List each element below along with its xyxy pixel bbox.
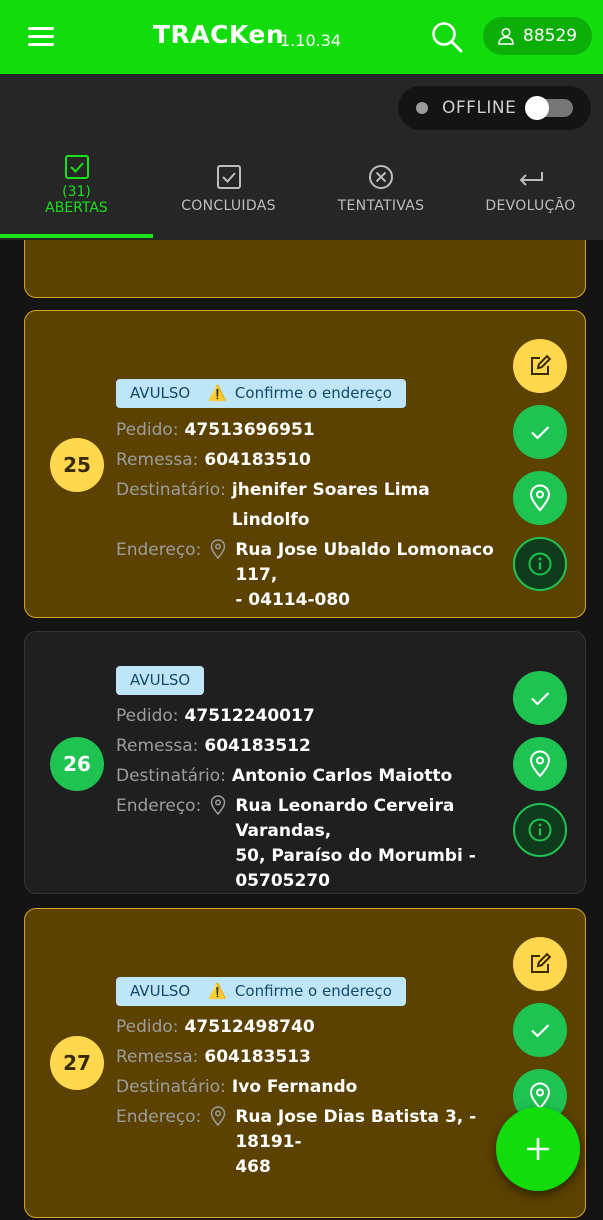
tab-abertas[interactable]: (31) ABERTAS (0, 150, 153, 238)
return-arrow-icon (519, 172, 543, 186)
checkbox-icon (216, 165, 241, 189)
x-circle-icon (369, 165, 393, 189)
info-icon (528, 818, 552, 842)
destinatario-value: jhenifer Soares Lima Lindolfo (231, 480, 430, 530)
stop-number: 25 (50, 438, 104, 492)
tab-label: TENTATIVAS (337, 198, 425, 214)
tag-label: AVULSO (130, 982, 191, 1000)
status-badge: AVULSO ⚠️ Confirme o endereço (116, 977, 406, 1006)
tab-devolucao[interactable]: DEVOLUÇÃO (458, 160, 603, 248)
toggle-knob (525, 96, 549, 120)
menu-icon[interactable] (26, 24, 58, 48)
map-button[interactable] (513, 471, 567, 525)
remessa-value: 604183513 (204, 1047, 311, 1067)
offline-toggle-container[interactable]: OFFLINE (398, 86, 591, 130)
pedido-label: Pedido: (116, 706, 179, 726)
location-pin-icon (211, 795, 226, 815)
tag-label: AVULSO (130, 671, 191, 689)
offline-toggle[interactable] (525, 96, 573, 120)
location-pin-icon (211, 1106, 226, 1126)
edit-icon (531, 354, 552, 375)
complete-button[interactable] (513, 405, 567, 459)
warning-label: Confirme o endereço (234, 384, 392, 402)
destinatario-value: Antonio Carlos Maiotto (231, 766, 453, 786)
status-badge: AVULSO (116, 666, 205, 695)
search-icon[interactable] (428, 18, 466, 56)
pedido-value: 47512498740 (184, 1017, 315, 1037)
check-icon (531, 1024, 550, 1038)
remessa-value: 604183512 (204, 736, 311, 756)
remessa-label: Remessa: (116, 736, 199, 756)
stop-number: 27 (50, 1036, 104, 1090)
address-line: Rua Jose Dias Batista 3, - 18191- (235, 1107, 477, 1152)
address-line: 50, Paraíso do Morumbi - (235, 846, 476, 866)
active-tab-indicator (0, 234, 153, 238)
offline-label: OFFLINE (442, 98, 517, 118)
user-id: 88529 (523, 26, 578, 46)
destinatario-label: Destinatário: (116, 766, 226, 786)
pedido-label: Pedido: (116, 1017, 179, 1037)
pedido-label: Pedido: (116, 420, 179, 440)
tab-count: (31) (62, 184, 91, 200)
check-icon (531, 426, 550, 440)
complete-button[interactable] (513, 671, 567, 725)
address-line: 05705270 (235, 871, 330, 891)
tab-label: CONCLUIDAS (181, 198, 276, 214)
info-button[interactable] (513, 803, 567, 857)
user-icon (498, 27, 514, 45)
stop-number: 26 (50, 737, 104, 791)
endereco-label: Endereço: (116, 540, 202, 560)
location-pin-icon (529, 750, 551, 778)
checkbox-icon (64, 155, 89, 179)
tab-label: ABERTAS (45, 200, 108, 216)
tab-label: DEVOLUÇÃO (485, 198, 576, 214)
address-line: Rua Jose Ubaldo Lomonaco 117, (235, 540, 494, 585)
pedido-value: 47513696951 (184, 420, 315, 440)
user-button[interactable]: 88529 (483, 17, 592, 55)
edit-button[interactable] (513, 339, 567, 393)
check-icon (531, 692, 550, 706)
complete-button[interactable] (513, 1003, 567, 1057)
remessa-label: Remessa: (116, 450, 199, 470)
warning-icon: ⚠️ (208, 384, 227, 402)
destinatario-label: Destinatário: (116, 480, 226, 500)
status-dot (416, 102, 428, 114)
info-button[interactable] (513, 537, 567, 591)
location-pin-icon (211, 539, 226, 559)
edit-icon (531, 952, 552, 973)
pedido-value: 47512240017 (184, 706, 315, 726)
location-pin-icon (529, 484, 551, 512)
status-badge: AVULSO ⚠️ Confirme o endereço (116, 379, 406, 408)
tab-concluidas[interactable]: CONCLUIDAS (153, 160, 304, 248)
warning-label: Confirme o endereço (234, 982, 392, 1000)
delivery-list[interactable]: 25 AVULSO ⚠️ Confirme o endereço Pedido:… (0, 240, 603, 1220)
destinatario-value: Ivo Fernando (231, 1077, 358, 1097)
app-bar: TRACKen 1.10.34 88529 (0, 0, 603, 74)
tag-label: AVULSO (130, 384, 191, 402)
map-button[interactable] (513, 737, 567, 791)
address-line: - 04114-080 (235, 590, 350, 610)
endereco-label: Endereço: (116, 796, 202, 816)
address-line: Rua Leonardo Cerveira Varandas, (235, 796, 455, 841)
app-version: 1.10.34 (280, 31, 342, 50)
warning-icon: ⚠️ (208, 982, 227, 1000)
delivery-card[interactable] (24, 240, 586, 298)
delivery-card[interactable]: 25 AVULSO ⚠️ Confirme o endereço Pedido:… (24, 310, 586, 618)
endereco-label: Endereço: (116, 1107, 202, 1127)
add-button[interactable] (496, 1107, 580, 1191)
plus-icon (527, 1138, 549, 1160)
app-title: TRACKen (153, 20, 285, 49)
remessa-value: 604183510 (204, 450, 311, 470)
address-line: 468 (235, 1157, 271, 1177)
delivery-card[interactable]: 26 AVULSO Pedido: 47512240017 Remessa: 604… (24, 631, 586, 894)
info-icon (528, 552, 552, 576)
edit-button[interactable] (513, 937, 567, 991)
remessa-label: Remessa: (116, 1047, 199, 1067)
destinatario-label: Destinatário: (116, 1077, 226, 1097)
location-pin-icon (529, 1082, 551, 1110)
tab-tentativas[interactable]: TENTATIVAS (304, 160, 458, 248)
